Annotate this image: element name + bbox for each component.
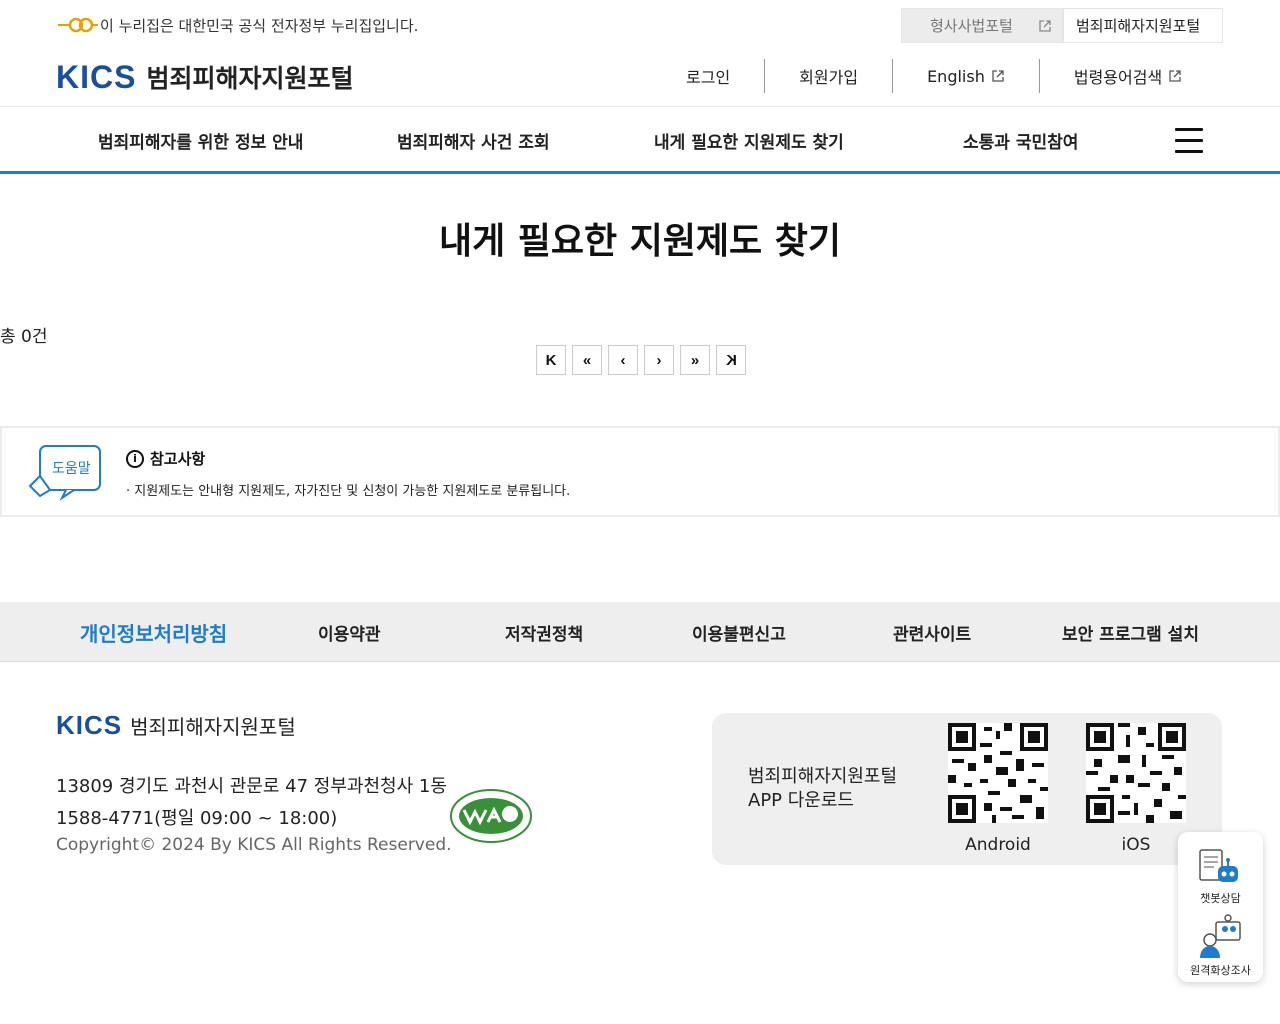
hamburger-line xyxy=(1175,150,1203,153)
next-group-button[interactable]: » xyxy=(680,345,710,375)
last-page-button[interactable]: K xyxy=(716,345,746,375)
double-chevron-right-icon: » xyxy=(690,351,700,369)
external-link-icon xyxy=(1169,70,1181,82)
footer-link-terms[interactable]: 이용약관 xyxy=(318,620,381,645)
footer-copyright: Copyright© 2024 By KICS All Rights Reser… xyxy=(56,835,452,855)
gnb-item-case-lookup[interactable]: 범죄피해자 사건 조회 xyxy=(397,128,550,153)
footer-link-report[interactable]: 이용불편신고 xyxy=(692,620,786,645)
chatbot-robot-icon xyxy=(1198,849,1238,882)
app-line-2: APP 다운로드 xyxy=(748,790,854,811)
portal-link-criminal-justice[interactable]: 형사사법포털 xyxy=(901,8,1063,43)
footer-logo: KICS 범죄피해자지원포털 xyxy=(56,710,296,741)
legal-terms-search-link[interactable]: 법령용어검색 xyxy=(1040,58,1216,94)
footer-address: 13809 경기도 과천시 관문로 47 정부과천청사 1동 xyxy=(56,776,447,797)
login-link[interactable]: 로그인 xyxy=(652,58,764,94)
first-page-button[interactable]: K xyxy=(536,345,566,375)
gnb-item-communication[interactable]: 소통과 국민참여 xyxy=(963,128,1078,153)
kics-logo-mark: KICS xyxy=(56,710,123,740)
app-line-1: 범죄피해자지원포털 xyxy=(748,766,898,787)
english-link[interactable]: English xyxy=(893,58,1039,94)
help-megaphone-icon: 도움말 xyxy=(28,445,101,501)
hamburger-line xyxy=(1175,128,1203,131)
footer-link-related-sites[interactable]: 관련사이트 xyxy=(893,620,971,645)
last-page-icon: K xyxy=(725,351,737,369)
hamburger-line xyxy=(1175,139,1203,142)
header-divider xyxy=(0,106,1280,107)
chatbot-label: 챗봇상담 xyxy=(1200,892,1241,905)
chatbot-button[interactable]: 챗봇상담 xyxy=(1178,848,1263,906)
login-label: 로그인 xyxy=(686,68,731,87)
gov-emblem-icon xyxy=(58,17,98,33)
nav-accent-bar xyxy=(0,171,1280,174)
quick-menu: 챗봇상담 원격화상조사 xyxy=(1178,832,1263,982)
notice-text: · 지원제도는 안내형 지원제도, 자가진단 및 신청이 가능한 지원제도로 분… xyxy=(126,484,571,499)
portal-link-label: 형사사법포털 xyxy=(930,17,1013,35)
gov-banner: 이 누리집은 대한민국 공식 전자정부 누리집입니다. 형사사법포털 범죄피해자… xyxy=(0,0,1280,50)
gnb-item-victim-info[interactable]: 범죄피해자를 위한 정보 안내 xyxy=(98,128,303,153)
signup-label: 회원가입 xyxy=(799,68,859,87)
site-title: 범죄피해자지원포털 xyxy=(146,64,354,93)
gnb-item-find-support[interactable]: 내게 필요한 지원제도 찾기 xyxy=(654,128,844,153)
hamburger-menu-icon[interactable] xyxy=(1175,128,1203,154)
next-page-button[interactable]: › xyxy=(644,345,674,375)
first-page-icon: K xyxy=(545,351,557,369)
english-label: English xyxy=(927,66,985,86)
android-qr-code-icon[interactable] xyxy=(948,723,1048,823)
web-accessibility-mark-icon xyxy=(450,789,532,843)
double-chevron-left-icon: « xyxy=(582,351,592,369)
footer-site-title: 범죄피해자지원포털 xyxy=(130,715,296,739)
kics-logo-mark: KICS xyxy=(56,58,137,95)
footer-link-security-program[interactable]: 보안 프로그램 설치 xyxy=(1062,620,1199,645)
prev-page-button[interactable]: ‹ xyxy=(608,345,638,375)
portal-link-victim-support[interactable]: 범죄피해자지원포털 xyxy=(1063,8,1223,43)
remote-video-label: 원격화상조사 xyxy=(1190,964,1251,977)
notice-box: 도움말 i 참고사항 · 지원제도는 안내형 지원제도, 자가진단 및 신청이 … xyxy=(0,426,1280,517)
chevron-right-icon: › xyxy=(656,351,662,369)
portal-links: 형사사법포털 범죄피해자지원포털 xyxy=(901,8,1223,43)
prev-group-button[interactable]: « xyxy=(572,345,602,375)
total-count: 총 0건 xyxy=(0,327,48,347)
legal-terms-label: 법령용어검색 xyxy=(1073,68,1163,87)
android-label: Android xyxy=(965,835,1031,855)
notice-heading: i 참고사항 xyxy=(126,448,205,469)
utility-nav: 로그인 회원가입 English 법령용어검색 xyxy=(652,58,1216,94)
external-link-icon xyxy=(1039,19,1051,32)
footer-link-privacy[interactable]: 개인정보처리방침 xyxy=(80,618,227,647)
footer-phone: 1588-4771(평일 09:00 ~ 18:00) xyxy=(56,808,338,829)
signup-link[interactable]: 회원가입 xyxy=(765,58,892,94)
gov-banner-text: 이 누리집은 대한민국 공식 전자정부 누리집입니다. xyxy=(100,17,419,35)
app-download-box: 범죄피해자지원포털 APP 다운로드 Android iOS xyxy=(712,713,1222,865)
help-label: 도움말 xyxy=(52,461,91,477)
video-call-icon xyxy=(1199,914,1241,958)
ios-label: iOS xyxy=(1121,835,1151,855)
pagination: K « ‹ › » K xyxy=(536,345,746,375)
notice-heading-text: 참고사항 xyxy=(150,450,206,468)
app-download-text: 범죄피해자지원포털 APP 다운로드 xyxy=(748,765,897,813)
ios-qr-code-icon[interactable] xyxy=(1086,723,1186,823)
page-title: 내게 필요한 지원제도 찾기 xyxy=(439,221,841,262)
footer-nav: 개인정보처리방침 이용약관 저작권정책 이용불편신고 관련사이트 보안 프로그램… xyxy=(0,602,1280,662)
portal-link-label: 범죄피해자지원포털 xyxy=(1076,17,1201,35)
chevron-left-icon: ‹ xyxy=(620,351,626,369)
remote-video-investigation-button[interactable]: 원격화상조사 xyxy=(1178,914,1263,978)
main-nav: 범죄피해자를 위한 정보 안내 범죄피해자 사건 조회 내게 필요한 지원제도 … xyxy=(0,108,1280,171)
info-icon: i xyxy=(126,449,144,468)
footer-link-copyright[interactable]: 저작권정책 xyxy=(505,620,583,645)
external-link-icon xyxy=(992,70,1004,82)
site-logo[interactable]: KICS 범죄피해자지원포털 xyxy=(56,58,354,95)
